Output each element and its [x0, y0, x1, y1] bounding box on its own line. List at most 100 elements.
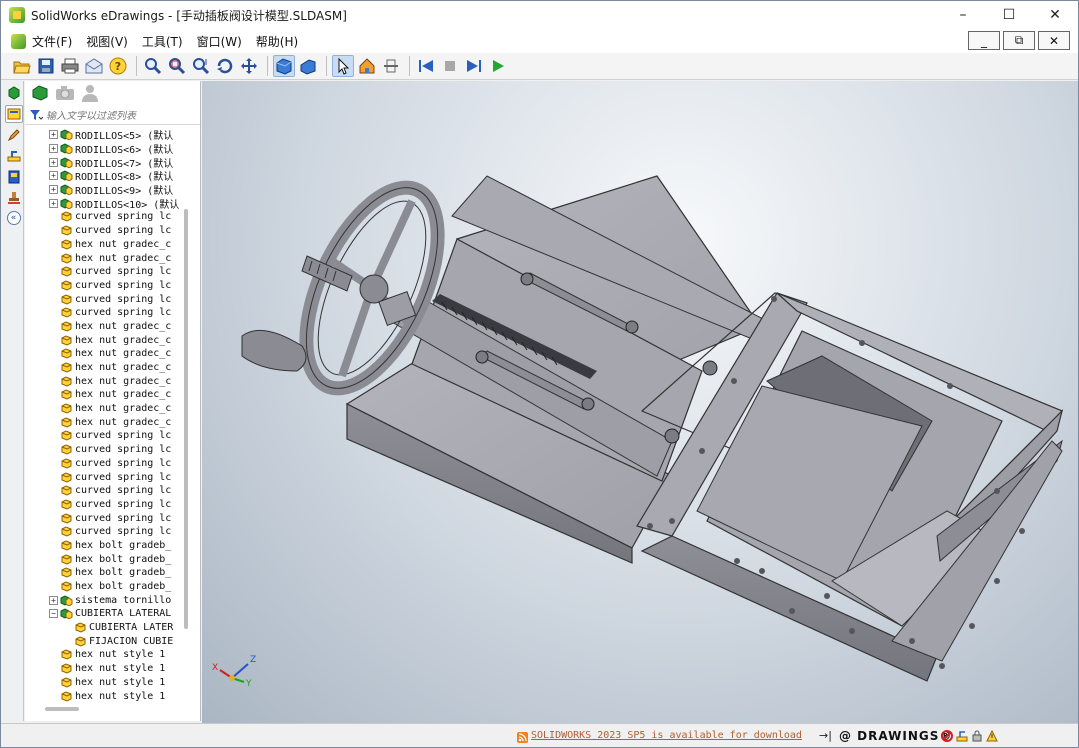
tree-item[interactable]: curved spring lc [25, 279, 185, 293]
components-tab-icon[interactable] [5, 84, 23, 102]
tree-item[interactable]: + RODILLOS<8> (默认 [25, 169, 185, 183]
close-button[interactable]: ✕ [1032, 1, 1078, 29]
minimize-button[interactable]: – [940, 1, 986, 29]
pan-icon[interactable] [238, 55, 260, 77]
tree-item[interactable]: hex nut gradec_c [25, 374, 185, 388]
collapse-node-icon[interactable]: − [49, 609, 58, 619]
tree-item[interactable]: CUBIERTA LATER [25, 621, 185, 635]
next-frame-icon[interactable] [463, 55, 485, 77]
warning-icon[interactable] [986, 729, 998, 747]
display-components-icon[interactable] [31, 84, 49, 106]
tree-item[interactable]: hex bolt gradeb_ [25, 580, 185, 594]
tree-item[interactable]: + RODILLOS<5> (默认 [25, 128, 185, 142]
document-close-button[interactable]: ✕ [1038, 31, 1070, 50]
person-icon[interactable] [81, 84, 99, 107]
sheets-tab-icon[interactable] [5, 168, 23, 186]
menu-help[interactable]: 帮助(H) [256, 33, 298, 50]
tree-item[interactable]: + RODILLOS<9> (默认 [25, 183, 185, 197]
menu-tools[interactable]: 工具(T) [142, 33, 183, 50]
menu-window[interactable]: 窗口(W) [197, 33, 242, 50]
document-icon[interactable] [11, 33, 26, 49]
tree-item[interactable]: hex nut gradec_c [25, 388, 185, 402]
shaded-icon[interactable] [273, 55, 295, 77]
tree-item[interactable]: hex nut gradec_c [25, 402, 185, 416]
select-icon[interactable] [332, 55, 354, 77]
zoom-area-icon[interactable] [166, 55, 188, 77]
perspective-icon[interactable] [297, 55, 319, 77]
filter-icon[interactable] [29, 108, 44, 126]
tree-item[interactable]: curved spring lc [25, 429, 185, 443]
tree-item[interactable]: hex bolt gradeb_ [25, 539, 185, 553]
tree-item[interactable]: FIJACION CUBIE [25, 634, 185, 648]
measure-tab-icon[interactable] [5, 147, 23, 165]
markup-tab-icon[interactable] [5, 126, 23, 144]
open-icon[interactable] [11, 55, 33, 77]
lock-icon[interactable] [971, 729, 983, 747]
tree-item[interactable]: hex nut style 1 [25, 662, 185, 676]
expand-node-icon[interactable]: + [49, 171, 58, 181]
tree-item[interactable]: − CUBIERTA LATERAL [25, 607, 185, 621]
help-icon[interactable]: ? [107, 55, 129, 77]
save-icon[interactable] [35, 55, 57, 77]
tree-item[interactable]: hex nut style 1 [25, 676, 185, 690]
home-icon[interactable] [356, 55, 378, 77]
menu-view[interactable]: 视图(V) [86, 33, 128, 50]
tree-item[interactable]: curved spring lc [25, 443, 185, 457]
document-minimize-button[interactable]: _ [968, 31, 1000, 50]
section-icon[interactable] [380, 55, 402, 77]
stop-icon[interactable] [439, 55, 461, 77]
valve-model[interactable] [202, 81, 1078, 723]
tree-item[interactable]: curved spring lc [25, 484, 185, 498]
tree-vertical-scrollbar[interactable] [184, 209, 188, 629]
expand-node-icon[interactable]: + [49, 157, 58, 167]
tree-item[interactable]: hex nut style 1 [25, 689, 185, 703]
tree-item[interactable]: + RODILLOS<10> (默认 [25, 196, 185, 211]
expand-node-icon[interactable]: + [49, 130, 58, 140]
tree-item[interactable]: hex nut gradec_c [25, 251, 185, 265]
tree-item[interactable]: + RODILLOS<7> (默认 [25, 155, 185, 170]
tree-item[interactable]: curved spring lc [25, 224, 185, 238]
send-icon[interactable] [83, 55, 105, 77]
tree-item[interactable]: + RODILLOS<6> (默认 [25, 142, 185, 156]
camera-icon[interactable] [55, 85, 75, 106]
tree-item[interactable]: hex bolt gradeb_ [25, 552, 185, 566]
expand-node-icon[interactable]: + [49, 595, 58, 605]
maximize-button[interactable]: ☐ [986, 1, 1032, 29]
measure-status-icon[interactable] [956, 729, 968, 747]
tree-item[interactable]: hex nut gradec_c [25, 238, 185, 252]
document-restore-button[interactable]: ⧉ [1003, 31, 1035, 50]
tree-item[interactable]: curved spring lc [25, 306, 185, 320]
configurations-tab-icon[interactable] [5, 105, 23, 123]
print-icon[interactable] [59, 55, 81, 77]
update-link[interactable]: SOLIDWORKS 2023 SP5 is available for dow… [531, 730, 802, 741]
stamp-tab-icon[interactable] [5, 189, 23, 207]
rotate-icon[interactable] [214, 55, 236, 77]
tree-item[interactable]: curved spring lc [25, 525, 185, 539]
tree-horizontal-scrollbar[interactable] [45, 707, 79, 711]
tree-item[interactable]: curved spring lc [25, 511, 185, 525]
first-frame-icon[interactable] [415, 55, 437, 77]
tree-item[interactable]: hex bolt gradeb_ [25, 566, 185, 580]
collapse-panel-button[interactable]: « [6, 211, 21, 225]
filter-input[interactable] [46, 111, 176, 122]
tree-item[interactable]: hex nut gradec_c [25, 361, 185, 375]
menu-file[interactable]: 文件(F) [32, 33, 72, 50]
tree-item[interactable]: + sistema tornillo [25, 593, 185, 607]
tree-item[interactable]: hex nut gradec_c [25, 347, 185, 361]
tree-item[interactable]: curved spring lc [25, 498, 185, 512]
tree-item[interactable]: curved spring lc [25, 457, 185, 471]
zoom-icon[interactable] [190, 55, 212, 77]
expand-node-icon[interactable]: + [49, 144, 58, 154]
expand-node-icon[interactable]: + [49, 185, 58, 195]
expand-node-icon[interactable]: + [49, 198, 58, 208]
tree-item[interactable]: hex nut gradec_c [25, 320, 185, 334]
no-entry-icon[interactable] [941, 729, 953, 747]
tree-item[interactable]: hex nut gradec_c [25, 415, 185, 429]
model-viewport[interactable]: X Z Y [202, 81, 1078, 723]
tree-item[interactable]: curved spring lc [25, 292, 185, 306]
tree-item[interactable]: curved spring lc [25, 470, 185, 484]
tree-item[interactable]: hex nut style 1 [25, 648, 185, 662]
tree-item[interactable]: hex nut gradec_c [25, 333, 185, 347]
zoom-fit-icon[interactable] [142, 55, 164, 77]
tree-item[interactable]: curved spring lc [25, 210, 185, 224]
